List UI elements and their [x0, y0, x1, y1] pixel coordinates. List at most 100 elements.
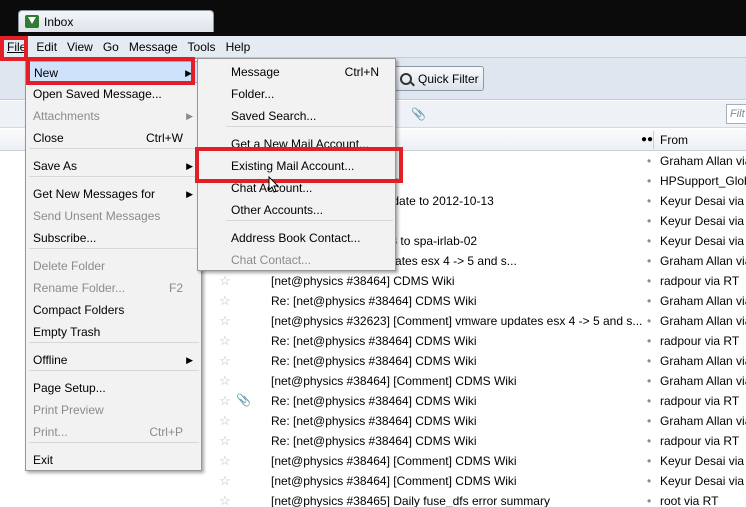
- quick-filter-button[interactable]: Quick Filter: [393, 66, 484, 91]
- file-menu-item-exit[interactable]: Exit: [26, 449, 201, 471]
- message-from: radpour via RT: [660, 274, 740, 288]
- message-subject: [net@physics #32623] [Comment] vmware up…: [271, 314, 643, 328]
- column-separator: [653, 131, 654, 149]
- file-menu-item-delete-folder: Delete Folder: [26, 255, 201, 277]
- search-icon: [400, 72, 412, 85]
- star-icon[interactable]: ☆: [219, 273, 231, 289]
- new-submenu-item-folder[interactable]: Folder...: [198, 83, 395, 105]
- read-status-icon[interactable]: •: [647, 494, 651, 507]
- menu-help[interactable]: Help: [221, 37, 256, 57]
- filter-input[interactable]: Filt: [726, 104, 746, 124]
- new-submenu-item-saved-search[interactable]: Saved Search...: [198, 105, 395, 127]
- read-status-icon[interactable]: •: [647, 414, 651, 428]
- message-subject: Re: [net@physics #38464] CDMS Wiki: [271, 334, 477, 348]
- menu-item-label: Address Book Contact...: [231, 231, 361, 245]
- new-submenu-item-message[interactable]: Message Ctrl+N: [198, 61, 395, 83]
- menu-item-label: Print Preview: [33, 403, 104, 417]
- read-status-icon[interactable]: •: [647, 454, 651, 468]
- file-menu-item-empty-trash[interactable]: Empty Trash: [26, 321, 201, 343]
- read-status-icon[interactable]: •: [647, 334, 651, 348]
- star-icon[interactable]: ☆: [219, 373, 231, 389]
- star-icon[interactable]: ☆: [219, 293, 231, 309]
- menu-item-label: Close: [33, 131, 64, 145]
- file-menu-item-print-preview: Print Preview: [26, 399, 201, 421]
- message-subject: Re: [net@physics #38464] CDMS Wiki: [271, 394, 477, 408]
- menu-item-shortcut: F2: [168, 281, 183, 295]
- file-menu-item-subscribe[interactable]: Subscribe...: [26, 227, 201, 249]
- read-status-icon[interactable]: •: [647, 234, 651, 248]
- read-status-icon[interactable]: •: [647, 314, 651, 328]
- tab-inbox[interactable]: Inbox: [18, 10, 214, 32]
- message-subject: [net@physics #38464] [Comment] CDMS Wiki: [271, 454, 517, 468]
- menu-item-label: Page Setup...: [33, 381, 106, 395]
- menu-message[interactable]: Message: [124, 37, 183, 57]
- message-from: radpour via RT: [660, 394, 740, 408]
- read-status-icon[interactable]: •: [647, 194, 651, 208]
- file-menu-item-page-setup[interactable]: Page Setup...: [26, 377, 201, 399]
- highlight-file-menu: [0, 36, 28, 61]
- menu-item-shortcut: Ctrl+N: [344, 65, 379, 79]
- menu-go[interactable]: Go: [98, 37, 124, 57]
- attachment-filter-icon[interactable]: 📎: [411, 107, 426, 121]
- message-from: root via RT: [660, 494, 719, 507]
- menu-item-label: Saved Search...: [231, 109, 317, 123]
- menu-item-label: Chat Contact...: [231, 253, 312, 267]
- read-status-icon[interactable]: •: [647, 154, 651, 168]
- star-icon[interactable]: ☆: [219, 493, 231, 507]
- star-icon[interactable]: ☆: [219, 333, 231, 349]
- menu-item-shortcut: Ctrl+P: [149, 425, 183, 439]
- file-menu-item-offline[interactable]: Offline ▶: [26, 349, 201, 371]
- star-icon[interactable]: ☆: [219, 473, 231, 489]
- menu-item-label: Open Saved Message...: [33, 87, 162, 101]
- message-from: Keyur Desai via R: [660, 454, 746, 468]
- message-from: Graham Allan via: [660, 254, 746, 268]
- star-icon[interactable]: ☆: [219, 453, 231, 469]
- submenu-arrow-icon: ▶: [186, 355, 193, 365]
- message-subject: Re: [net@physics #38464] CDMS Wiki: [271, 434, 477, 448]
- file-menu-item-save-as[interactable]: Save As ▶: [26, 155, 201, 177]
- message-row[interactable]: ☆ [net@physics #38465] Daily fuse_dfs err…: [0, 491, 746, 507]
- menu-item-label: Empty Trash: [33, 325, 101, 339]
- column-picker-icon[interactable]: ●●: [641, 134, 653, 145]
- file-menu-item-close[interactable]: Close Ctrl+W: [26, 127, 201, 149]
- new-submenu-item-other-accounts[interactable]: Other Accounts...: [198, 199, 395, 221]
- star-icon[interactable]: ☆: [219, 313, 231, 329]
- message-row[interactable]: ☆ [net@physics #38464] [Comment] CDMS Wik…: [0, 471, 746, 491]
- star-icon[interactable]: ☆: [219, 413, 231, 429]
- menu-edit[interactable]: Edit: [31, 37, 62, 57]
- message-from: Graham Allan via: [660, 154, 746, 168]
- file-menu-item-rename-folder: Rename Folder... F2: [26, 277, 201, 299]
- message-subject: [net@physics #38464] [Comment] CDMS Wiki: [271, 474, 517, 488]
- message-from: Keyur Desai via R: [660, 214, 746, 228]
- read-status-icon[interactable]: •: [647, 474, 651, 488]
- read-status-icon[interactable]: •: [647, 274, 651, 288]
- menu-view[interactable]: View: [62, 37, 98, 57]
- star-icon[interactable]: ☆: [219, 353, 231, 369]
- file-menu-item-get-new-messages-for[interactable]: Get New Messages for ▶: [26, 183, 201, 205]
- menu-item-label: Send Unsent Messages: [33, 209, 161, 223]
- file-menu-item-compact-folders[interactable]: Compact Folders: [26, 299, 201, 321]
- menu-item-label: Get New Messages for: [33, 187, 156, 201]
- column-from[interactable]: From: [660, 133, 688, 147]
- file-menu-item-send-unsent-messages: Send Unsent Messages: [26, 205, 201, 227]
- quick-filter-label: Quick Filter: [418, 71, 479, 86]
- title-bar: Inbox: [0, 0, 746, 36]
- menu-item-label: Folder...: [231, 87, 275, 101]
- read-status-icon[interactable]: •: [647, 354, 651, 368]
- read-status-icon[interactable]: •: [647, 294, 651, 308]
- message-from: Graham Allan via: [660, 414, 746, 428]
- menu-item-label: Exit: [33, 453, 54, 467]
- read-status-icon[interactable]: •: [647, 214, 651, 228]
- read-status-icon[interactable]: •: [647, 434, 651, 448]
- menu-tools[interactable]: Tools: [183, 37, 221, 57]
- read-status-icon[interactable]: •: [647, 394, 651, 408]
- read-status-icon[interactable]: •: [647, 174, 651, 188]
- read-status-icon[interactable]: •: [647, 374, 651, 388]
- star-icon[interactable]: ☆: [219, 393, 231, 409]
- message-from: radpour via RT: [660, 434, 740, 448]
- new-submenu-item-address-book-contact[interactable]: Address Book Contact...: [198, 227, 395, 249]
- read-status-icon[interactable]: •: [647, 254, 651, 268]
- attachment-icon: 📎: [236, 393, 251, 407]
- file-menu-item-open-saved-message[interactable]: Open Saved Message...: [26, 83, 201, 105]
- star-icon[interactable]: ☆: [219, 433, 231, 449]
